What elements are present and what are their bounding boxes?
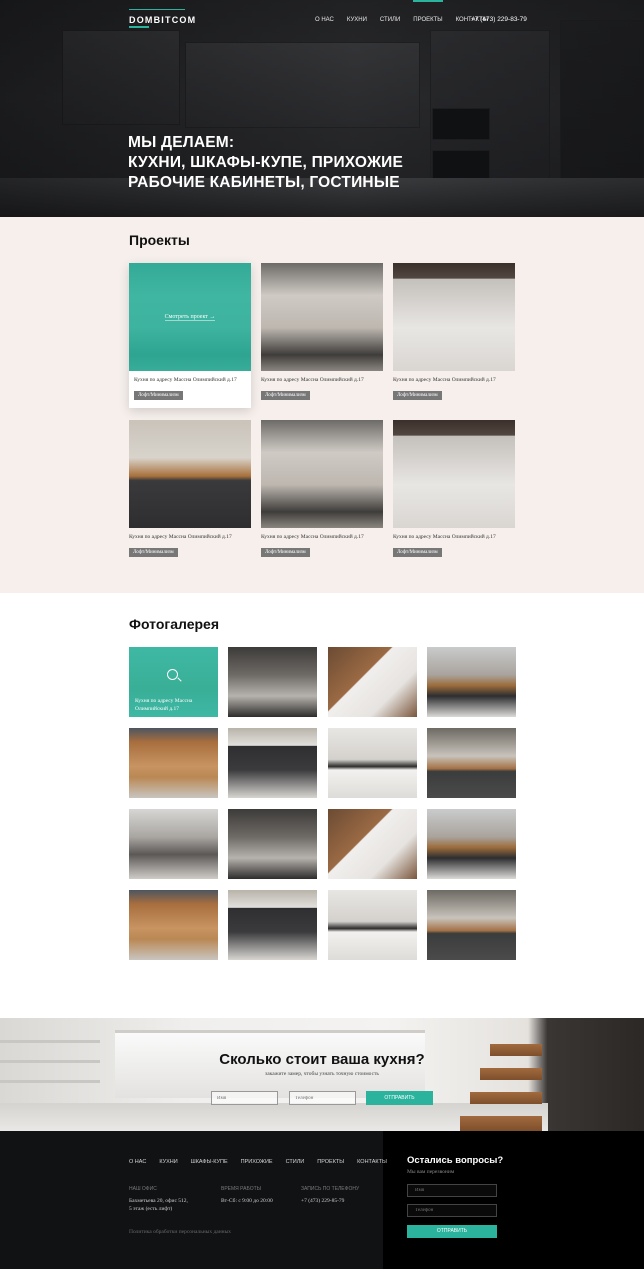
gallery-item[interactable]: [427, 728, 516, 798]
cta-name-input[interactable]: [211, 1091, 278, 1105]
cta-shelf: [0, 1040, 100, 1043]
projects-title: Проекты: [129, 232, 190, 248]
hero-line-3: РАБОЧИЕ КАБИНЕТЫ, ГОСТИНЫЕ: [128, 174, 400, 191]
gallery-item[interactable]: [427, 647, 516, 717]
project-image[interactable]: [393, 263, 515, 371]
hero-section: DOMBITCOM О НАС КУХНИ СТИЛИ ПРОЕКТЫ КОНТ…: [0, 0, 644, 217]
project-card[interactable]: Кухня по адресу Массна Олимпийский д.17 …: [393, 263, 515, 401]
callback-submit-button[interactable]: ОТПРАВИТЬ: [407, 1225, 497, 1238]
office-address-line-2: 5 этаж (есть лифт): [129, 1206, 173, 1212]
project-card[interactable]: Кухня по адресу Массна Олимпийский д.17 …: [261, 420, 383, 558]
gallery-item[interactable]: [228, 728, 317, 798]
footer-phone[interactable]: +7 (473) 229-85-79: [301, 1197, 344, 1205]
gallery-item[interactable]: [228, 809, 317, 879]
site-logo[interactable]: DOMBITCOM: [129, 9, 197, 28]
gallery-item[interactable]: [427, 809, 516, 879]
office-label: НАШ ОФИС: [129, 1186, 157, 1192]
project-card[interactable]: Смотреть проект → Кухня по адресу Массна…: [129, 263, 251, 408]
view-project-link[interactable]: Смотреть проект →: [164, 314, 216, 321]
office-address-line-1: Бахметьева 20, офис 512,: [129, 1198, 188, 1204]
cta-shelf: [0, 1080, 100, 1083]
footer-callback-panel: [383, 1131, 644, 1269]
project-card[interactable]: Кухня по адресу Массна Олимпийский д.17 …: [261, 263, 383, 401]
footer: О НАС КУХНИ ШКАФЫ-КУПЕ ПРИХОЖИЕ СТИЛИ ПР…: [0, 1131, 644, 1269]
project-caption: Кухня по адресу Массна Олимпийский д.17: [393, 534, 496, 540]
callback-name-input[interactable]: [407, 1184, 497, 1197]
project-card[interactable]: Кухня по адресу Массна Олимпийский д.17 …: [393, 420, 515, 558]
footer-nav-wardrobes[interactable]: ШКАФЫ-КУПЕ: [191, 1159, 228, 1165]
cta-stair: [470, 1092, 542, 1104]
nav-item-kitchens[interactable]: КУХНИ: [347, 17, 367, 23]
gallery-item[interactable]: [328, 890, 417, 960]
cta-phone-input[interactable]: [289, 1091, 356, 1105]
office-address: Бахметьева 20, офис 512, 5 этаж (есть ли…: [129, 1197, 188, 1213]
nav-item-about[interactable]: О НАС: [315, 17, 334, 23]
project-caption: Кухня по адресу Массна Олимпийский д.17: [393, 377, 496, 383]
footer-nav-projects[interactable]: ПРОЕКТЫ: [317, 1159, 344, 1165]
gallery-hover-overlay[interactable]: Кухня по адресу Массна Олимпийский д.17: [129, 647, 218, 717]
logo-underline: [129, 26, 149, 28]
zoom-icon[interactable]: [167, 669, 178, 680]
cta-title: Сколько стоит ваша кухня?: [219, 1051, 425, 1068]
project-tag[interactable]: Лофт/Минимализм: [393, 548, 442, 557]
gallery-item[interactable]: [328, 728, 417, 798]
cta-stair: [460, 1116, 542, 1131]
gallery-caption: Кухня по адресу Массна Олимпийский д.17: [135, 698, 193, 712]
cta-subtitle: закажите замер, чтобы узнать точную стои…: [265, 1071, 379, 1077]
project-image[interactable]: [393, 420, 515, 528]
footer-nav: О НАС КУХНИ ШКАФЫ-КУПЕ ПРИХОЖИЕ СТИЛИ ПР…: [129, 1159, 400, 1165]
phone-label: ЗАПИСЬ ПО ТЕЛЕФОНУ: [301, 1186, 360, 1192]
project-tag[interactable]: Лофт/Минимализм: [261, 391, 310, 400]
project-caption: Кухня по адресу Массна Олимпийский д.17: [129, 534, 232, 540]
footer-nav-contacts[interactable]: КОНТАКТЫ: [357, 1159, 387, 1165]
header-phone[interactable]: +7 (473) 229-83-79: [471, 16, 527, 23]
gallery-title: Фотогалерея: [129, 616, 219, 632]
project-image[interactable]: Смотреть проект →: [129, 263, 251, 371]
nav-item-projects[interactable]: ПРОЕКТЫ: [413, 0, 443, 23]
project-image[interactable]: [261, 263, 383, 371]
project-image[interactable]: [261, 420, 383, 528]
project-caption: Кухня по адресу Массна Олимпийский д.17: [261, 377, 364, 383]
gallery-item[interactable]: [328, 647, 417, 717]
gallery-item[interactable]: [129, 890, 218, 960]
gallery-item[interactable]: Кухня по адресу Массна Олимпийский д.17: [129, 647, 218, 717]
project-tag[interactable]: Лофт/Минимализм: [129, 548, 178, 557]
gallery-item[interactable]: [228, 647, 317, 717]
footer-nav-kitchens[interactable]: КУХНИ: [159, 1159, 177, 1165]
project-card[interactable]: Кухня по адресу Массна Олимпийский д.17 …: [129, 420, 251, 558]
gallery-item[interactable]: [129, 728, 218, 798]
hero-title: МЫ ДЕЛАЕМ: КУХНИ, ШКАФЫ-КУПЕ, ПРИХОЖИЕ Р…: [128, 133, 403, 193]
cta-submit-button[interactable]: ОТПРАВИТЬ: [366, 1091, 433, 1105]
gallery-item[interactable]: [129, 809, 218, 879]
project-tag[interactable]: Лофт/Минимализм: [393, 391, 442, 400]
gallery-item[interactable]: [328, 809, 417, 879]
questions-subtitle: Мы вам перезвоним: [407, 1169, 455, 1175]
gallery-item[interactable]: [427, 890, 516, 960]
logo-text: DOMBITCOM: [129, 15, 197, 25]
project-hover-overlay[interactable]: Смотреть проект →: [129, 263, 251, 371]
project-tag[interactable]: Лофт/Минимализм: [261, 548, 310, 557]
project-image[interactable]: [129, 420, 251, 528]
footer-nav-about[interactable]: О НАС: [129, 1159, 146, 1165]
gallery-item[interactable]: [228, 890, 317, 960]
project-tag[interactable]: Лофт/Минимализм: [134, 391, 183, 400]
logo-roof-line: [129, 9, 185, 15]
working-hours: Вт-Сб: с 9:00 до 20:00: [221, 1198, 273, 1204]
project-caption: Кухня по адресу Массна Олимпийский д.17: [261, 534, 364, 540]
projects-section: Проекты Смотреть проект → Кухня по адрес…: [0, 217, 644, 593]
hero-line-2: КУХНИ, ШКАФЫ-КУПЕ, ПРИХОЖИЕ: [128, 154, 404, 171]
price-cta-section: Сколько стоит ваша кухня? закажите замер…: [0, 1018, 644, 1131]
privacy-policy-link[interactable]: Политика обработки персональных данных: [129, 1229, 231, 1235]
hero-line-1: МЫ ДЕЛАЕМ:: [128, 134, 235, 151]
hours-label: ВРЕМЯ РАБОТЫ: [221, 1186, 262, 1192]
nav-item-styles[interactable]: СТИЛИ: [380, 17, 400, 23]
footer-nav-styles[interactable]: СТИЛИ: [286, 1159, 305, 1165]
footer-nav-hallways[interactable]: ПРИХОЖИЕ: [241, 1159, 273, 1165]
project-caption: Кухня по адресу Массна Олимпийский д.17: [134, 377, 237, 383]
callback-phone-input[interactable]: [407, 1204, 497, 1217]
questions-title: Остались вопросы?: [407, 1155, 504, 1166]
